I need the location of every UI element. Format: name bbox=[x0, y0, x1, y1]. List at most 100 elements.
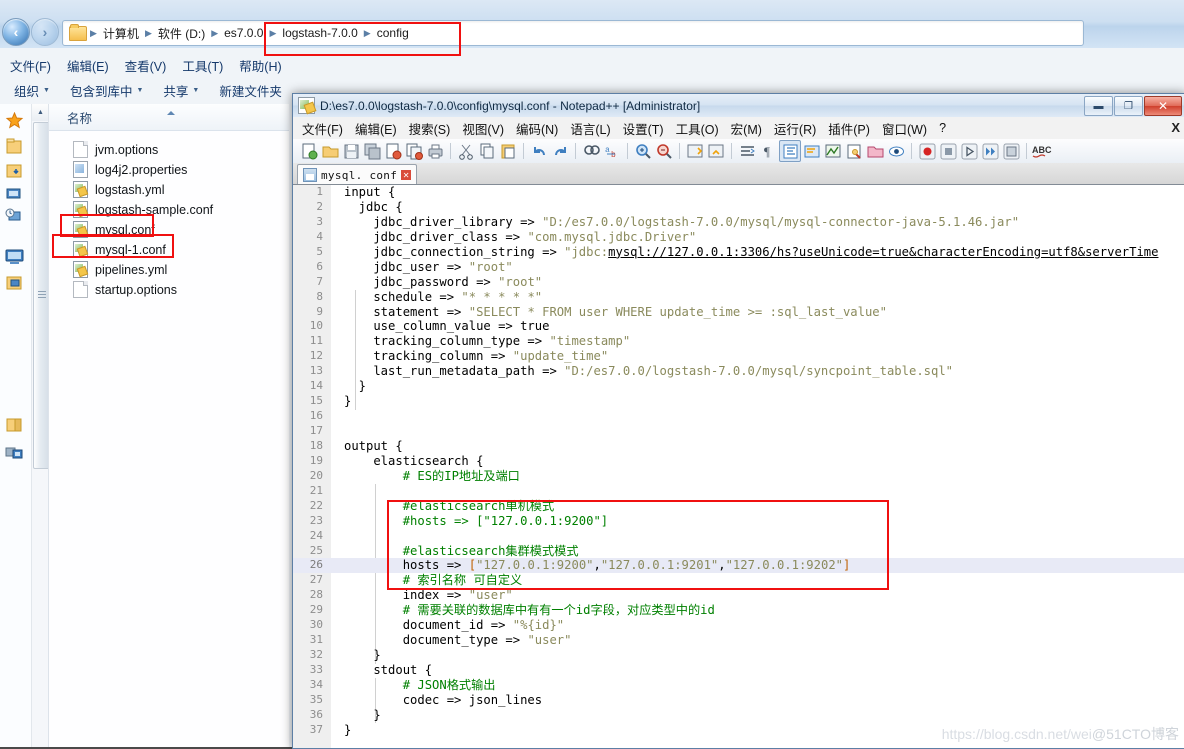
code-editor[interactable]: 1 input {2 jdbc {3 jdbc_driver_library =>… bbox=[293, 184, 1184, 748]
macro-stop-icon[interactable] bbox=[938, 141, 958, 161]
code-line[interactable]: 29 # 需要关联的数据库中有有一个id字段，对应类型中的id bbox=[293, 603, 1184, 618]
code-line[interactable]: 1 input { bbox=[293, 185, 1184, 200]
close-all-icon[interactable] bbox=[404, 141, 424, 161]
code-line[interactable]: 21 bbox=[293, 484, 1184, 499]
user-defined-dlg-icon[interactable] bbox=[802, 141, 822, 161]
code-line[interactable]: 11 tracking_column_type => "timestamp" bbox=[293, 334, 1184, 349]
notepadpp-titlebar[interactable]: D:\es7.0.0\logstash-7.0.0\config\mysql.c… bbox=[293, 94, 1184, 118]
desktop-folder-icon[interactable] bbox=[5, 138, 24, 155]
code-line[interactable]: 9 statement => "SELECT * FROM user WHERE… bbox=[293, 305, 1184, 320]
breadcrumb-item-computer[interactable]: 计算机 bbox=[98, 24, 144, 43]
word-wrap-icon[interactable] bbox=[737, 141, 757, 161]
undo-icon[interactable] bbox=[529, 141, 549, 161]
list-item[interactable]: jvm.options bbox=[49, 140, 313, 159]
code-line[interactable]: 31 document_type => "user" bbox=[293, 633, 1184, 648]
macro-save-icon[interactable] bbox=[1001, 141, 1021, 161]
navigation-pane-scrollbar[interactable]: ▲ bbox=[31, 104, 50, 747]
library-folder-icon[interactable] bbox=[5, 416, 24, 433]
menu-tools[interactable]: 工具(T) bbox=[174, 54, 231, 77]
zoom-out-icon[interactable] bbox=[654, 141, 674, 161]
find-icon[interactable] bbox=[581, 141, 601, 161]
sync-scroll-h-icon[interactable] bbox=[706, 141, 726, 161]
list-item[interactable]: pipelines.yml bbox=[49, 260, 313, 279]
doc-map-icon[interactable] bbox=[823, 141, 843, 161]
back-arrow-icon[interactable]: ‹ bbox=[2, 18, 30, 46]
close-button[interactable]: ✕ bbox=[1144, 96, 1182, 116]
save-all-icon[interactable] bbox=[362, 141, 382, 161]
code-line[interactable]: 12 tracking_column => "update_time" bbox=[293, 349, 1184, 364]
copy-icon[interactable] bbox=[477, 141, 497, 161]
npp-menu-macro[interactable]: 宏(M) bbox=[725, 117, 768, 140]
address-bar[interactable]: ▶ 计算机 ▶ 软件 (D:) ▶ es7.0.0 ▶ logstash-7.0… bbox=[62, 20, 1084, 46]
zoom-in-icon[interactable] bbox=[633, 141, 653, 161]
macro-play-icon[interactable] bbox=[959, 141, 979, 161]
code-line[interactable]: 30 document_id => "%{id}" bbox=[293, 618, 1184, 633]
monitor-eye-icon[interactable] bbox=[886, 141, 906, 161]
code-line[interactable]: 20 # ES的IP地址及端口 bbox=[293, 469, 1184, 484]
indent-guide-icon[interactable] bbox=[779, 140, 801, 162]
column-header-name[interactable]: 名称 bbox=[49, 104, 289, 131]
code-line[interactable]: 35 codec => json_lines bbox=[293, 693, 1184, 708]
menu-file[interactable]: 文件(F) bbox=[2, 54, 59, 77]
code-line[interactable]: 26 hosts => ["127.0.0.1:9200","127.0.0.1… bbox=[293, 558, 1184, 574]
npp-menu-view[interactable]: 视图(V) bbox=[456, 117, 510, 140]
organize-button[interactable]: 组织 ▼ bbox=[4, 79, 60, 102]
list-item[interactable]: logstash-sample.conf bbox=[49, 200, 313, 219]
new-folder-button[interactable]: 新建文件夹 bbox=[209, 79, 292, 102]
save-icon[interactable] bbox=[341, 141, 361, 161]
replace-icon[interactable]: ab bbox=[602, 141, 622, 161]
include-in-library-button[interactable]: 包含到库中 ▼ bbox=[60, 79, 153, 102]
code-line[interactable]: 8 schedule => "* * * * *" bbox=[293, 290, 1184, 305]
menu-view[interactable]: 查看(V) bbox=[117, 54, 175, 77]
function-list-icon[interactable] bbox=[844, 141, 864, 161]
favorites-star-icon[interactable] bbox=[5, 112, 24, 129]
show-all-chars-icon[interactable]: ¶ bbox=[758, 141, 778, 161]
npp-menu-window[interactable]: 窗口(W) bbox=[876, 117, 933, 140]
code-line[interactable]: 28 index => "user" bbox=[293, 588, 1184, 603]
npp-menu-tools[interactable]: 工具(O) bbox=[670, 117, 725, 140]
npp-menu-run[interactable]: 运行(R) bbox=[768, 117, 822, 140]
downloads-folder-icon[interactable] bbox=[5, 162, 24, 179]
code-line[interactable]: 27 # 索引名称 可自定义 bbox=[293, 573, 1184, 588]
code-line[interactable]: 7 jdbc_password => "root" bbox=[293, 275, 1184, 290]
code-line[interactable]: 33 stdout { bbox=[293, 663, 1184, 678]
close-file-icon[interactable] bbox=[383, 141, 403, 161]
npp-menu-edit[interactable]: 编辑(E) bbox=[349, 117, 403, 140]
sync-scroll-v-icon[interactable] bbox=[685, 141, 705, 161]
new-file-icon[interactable] bbox=[299, 141, 319, 161]
npp-menu-help[interactable]: ? bbox=[933, 119, 952, 137]
network-folder-icon[interactable] bbox=[5, 274, 24, 291]
recent-clock-icon[interactable] bbox=[5, 208, 24, 225]
npp-menu-search[interactable]: 搜索(S) bbox=[403, 117, 457, 140]
code-line[interactable]: 24 bbox=[293, 529, 1184, 544]
npp-menu-settings[interactable]: 设置(T) bbox=[617, 117, 670, 140]
breadcrumb-item-drive[interactable]: 软件 (D:) bbox=[153, 24, 210, 43]
breadcrumb-item-config[interactable]: config bbox=[372, 25, 414, 41]
close-document-icon[interactable]: X bbox=[1171, 120, 1180, 135]
minimize-button[interactable]: ▬ bbox=[1084, 96, 1113, 116]
list-item-mysql-conf[interactable]: mysql.conf bbox=[49, 220, 313, 239]
list-item[interactable]: logstash.yml bbox=[49, 180, 313, 199]
list-item-mysql-1-conf[interactable]: mysql-1.conf bbox=[49, 240, 313, 259]
code-line[interactable]: 18 output { bbox=[293, 439, 1184, 454]
network-computer-icon[interactable] bbox=[5, 444, 24, 461]
computer-icon[interactable] bbox=[5, 248, 24, 265]
menu-edit[interactable]: 编辑(E) bbox=[59, 54, 117, 77]
code-line[interactable]: 4 jdbc_driver_class => "com.mysql.jdbc.D… bbox=[293, 230, 1184, 245]
breadcrumb-item-es700[interactable]: es7.0.0 bbox=[219, 25, 268, 41]
macro-record-icon[interactable] bbox=[917, 141, 937, 161]
code-line[interactable]: 3 jdbc_driver_library => "D:/es7.0.0/log… bbox=[293, 215, 1184, 230]
folder-workspace-icon[interactable] bbox=[865, 141, 885, 161]
print-icon[interactable] bbox=[425, 141, 445, 161]
code-line[interactable]: 17 bbox=[293, 424, 1184, 439]
code-content[interactable]: 1 input {2 jdbc {3 jdbc_driver_library =>… bbox=[293, 185, 1184, 748]
tab-mysql-conf[interactable]: mysql. conf ✕ bbox=[297, 164, 418, 185]
code-line[interactable]: 23 #hosts => ["127.0.0.1:9200"] bbox=[293, 514, 1184, 529]
npp-menu-file[interactable]: 文件(F) bbox=[296, 117, 349, 140]
code-line[interactable]: 34 # JSON格式输出 bbox=[293, 678, 1184, 693]
redo-icon[interactable] bbox=[550, 141, 570, 161]
code-line[interactable]: 22 #elasticsearch单机模式 bbox=[293, 499, 1184, 514]
macro-play-multi-icon[interactable] bbox=[980, 141, 1000, 161]
code-line[interactable]: 14 } bbox=[293, 379, 1184, 394]
code-line[interactable]: 32 } bbox=[293, 648, 1184, 663]
